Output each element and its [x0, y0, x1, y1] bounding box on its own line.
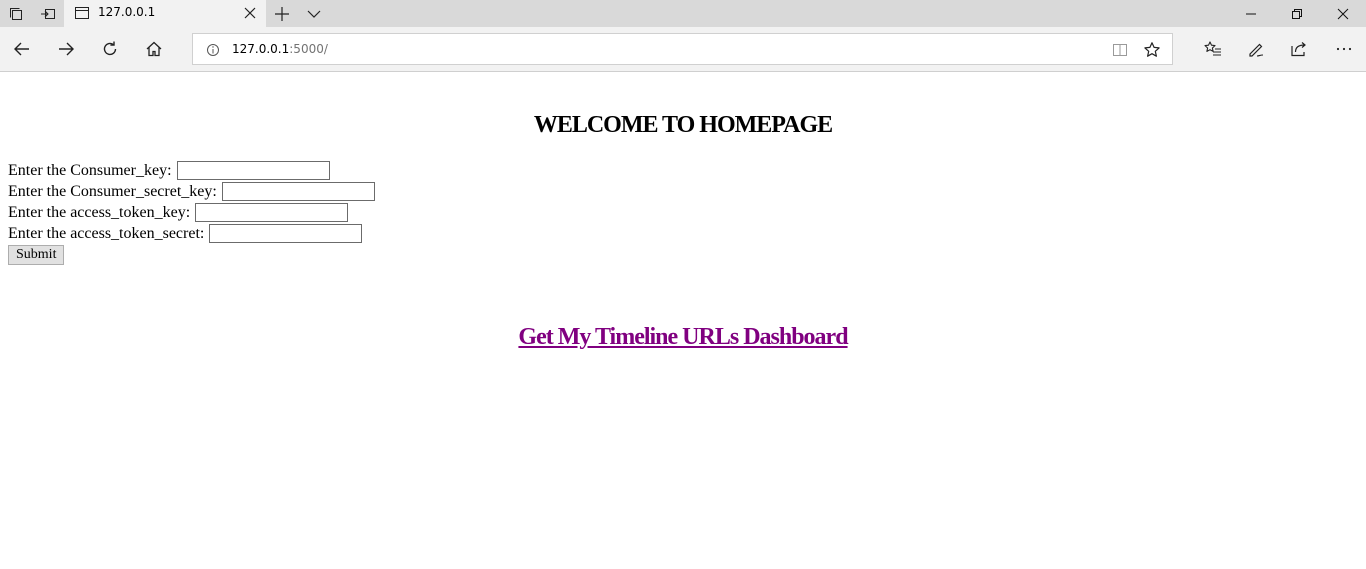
share-icon[interactable] — [1281, 31, 1317, 67]
address-bar[interactable]: 127.0.0.1:5000/ — [192, 33, 1173, 65]
consumer-key-row: Enter the Consumer_key: — [8, 160, 375, 181]
page-content: WELCOME TO HOMEPAGE Enter the Consumer_k… — [0, 72, 1366, 569]
dashboard-link[interactable]: Get My Timeline URLs Dashboard — [518, 324, 848, 350]
star-icon[interactable] — [1143, 41, 1161, 59]
consumer-secret-key-label: Enter the Consumer_secret_key: — [8, 183, 217, 200]
url-port-path: :5000/ — [289, 42, 328, 56]
show-tabs-aside-icon[interactable] — [32, 0, 64, 27]
plus-icon[interactable] — [266, 0, 298, 27]
close-icon[interactable] — [242, 5, 258, 21]
url-host: 127.0.0.1 — [232, 42, 290, 56]
dashboard-link-container: Get My Timeline URLs Dashboard — [0, 324, 1366, 351]
minimize-icon[interactable] — [1228, 0, 1274, 27]
page-title: WELCOME TO HOMEPAGE — [533, 112, 833, 138]
navigation-toolbar: 127.0.0.1:5000/ — [0, 27, 1366, 72]
access-token-key-input[interactable] — [195, 203, 349, 222]
favorites-list-icon[interactable] — [1195, 31, 1231, 67]
pen-icon[interactable] — [1238, 31, 1274, 67]
url-text: 127.0.0.1:5000/ — [232, 42, 328, 56]
tab-strip: 127.0.0.1 — [0, 0, 1366, 27]
home-icon[interactable] — [136, 31, 172, 67]
credentials-form: Enter the Consumer_key: Enter the Consum… — [8, 160, 375, 265]
consumer-secret-key-input[interactable] — [221, 182, 375, 201]
restore-icon[interactable] — [1274, 0, 1320, 27]
tab-active[interactable]: 127.0.0.1 — [64, 0, 266, 27]
info-icon[interactable] — [206, 43, 220, 57]
access-token-key-row: Enter the access_token_key: — [8, 202, 375, 223]
access-token-key-label: Enter the access_token_key: — [8, 204, 191, 221]
ellipsis-icon[interactable] — [1326, 31, 1362, 67]
page-icon — [74, 5, 90, 21]
set-tabs-aside-icon[interactable] — [0, 0, 32, 27]
chevron-down-icon[interactable] — [298, 0, 330, 27]
arrow-left-icon[interactable] — [4, 31, 40, 67]
book-icon[interactable] — [1111, 41, 1129, 59]
access-token-secret-input[interactable] — [209, 224, 363, 243]
access-token-secret-label: Enter the access_token_secret: — [8, 225, 205, 242]
consumer-key-input[interactable] — [176, 161, 330, 180]
arrow-right-icon[interactable] — [48, 31, 84, 67]
access-token-secret-row: Enter the access_token_secret: — [8, 223, 375, 244]
submit-button[interactable]: Submit — [8, 245, 65, 265]
tab-title: 127.0.0.1 — [98, 5, 156, 19]
consumer-key-label: Enter the Consumer_key: — [8, 162, 172, 179]
close-window-icon[interactable] — [1320, 0, 1366, 27]
consumer-secret-key-row: Enter the Consumer_secret_key: — [8, 181, 375, 202]
refresh-icon[interactable] — [92, 31, 128, 67]
